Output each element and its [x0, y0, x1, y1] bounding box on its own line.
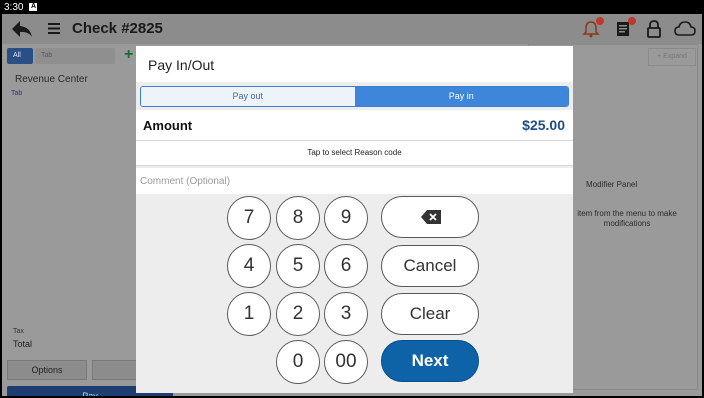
key-5[interactable]: 5: [276, 244, 320, 288]
amount-label: Amount: [143, 118, 193, 133]
comment-row: [136, 168, 573, 194]
expand-label: Expand: [663, 53, 687, 60]
pay-in-out-dialog: Pay In/Out Pay out Pay in Amount $25.00 …: [136, 46, 573, 393]
modifier-panel-title: Modifier Panel: [586, 180, 638, 189]
notification-dot: [596, 17, 604, 25]
lock-icon: [647, 20, 661, 38]
key-3[interactable]: 3: [324, 292, 368, 336]
add-icon[interactable]: +: [124, 46, 133, 64]
notifications-button[interactable]: [582, 17, 604, 38]
backspace-icon: [421, 210, 441, 224]
key-2[interactable]: 2: [276, 292, 320, 336]
modifier-panel-hint: item from the menu to make modifications: [577, 209, 677, 228]
key-4[interactable]: 4: [227, 244, 271, 288]
cloud-sync-button[interactable]: [674, 20, 696, 38]
cancel-button[interactable]: Cancel: [381, 245, 479, 287]
revenue-center-label: Revenue Center: [15, 74, 88, 85]
key-8[interactable]: 8: [276, 196, 320, 240]
key-00[interactable]: 00: [324, 340, 368, 384]
next-button[interactable]: Next: [381, 340, 479, 382]
tax-label: Tax: [13, 328, 24, 335]
status-time: 3:30: [4, 1, 24, 13]
revenue-center-value: Tab: [11, 90, 23, 97]
options-button[interactable]: Options: [7, 360, 87, 380]
key-1[interactable]: 1: [227, 292, 271, 336]
amount-row: Amount $25.00: [136, 110, 573, 140]
expand-button[interactable]: + Expand: [648, 48, 696, 66]
status-bar: 3:30 A: [0, 0, 704, 14]
pay-type-toggle: Pay out Pay in: [140, 86, 569, 107]
total-label: Total: [13, 339, 33, 349]
notification-dot: [628, 17, 636, 25]
key-9[interactable]: 9: [324, 196, 368, 240]
comment-input[interactable]: [140, 172, 560, 190]
key-6[interactable]: 6: [324, 244, 368, 288]
app-window: Check #2825 All Tab + Revenue Center Tab…: [2, 14, 702, 396]
cloud-icon: [674, 21, 696, 36]
lock-button[interactable]: [645, 20, 663, 38]
clear-button[interactable]: Clear: [381, 293, 479, 335]
page-title: Check #2825: [72, 20, 163, 37]
dialog-title: Pay In/Out: [148, 57, 215, 73]
pay-out-segment[interactable]: Pay out: [141, 87, 355, 106]
pay-in-segment[interactable]: Pay in: [354, 87, 568, 106]
hamburger-menu-icon[interactable]: [48, 23, 60, 34]
back-arrow-icon[interactable]: [10, 19, 34, 39]
backspace-button[interactable]: [381, 196, 479, 238]
amount-value: $25.00: [522, 117, 565, 133]
tab-all[interactable]: All: [7, 48, 33, 64]
tab-tab[interactable]: Tab: [35, 48, 115, 64]
key-7[interactable]: 7: [227, 196, 271, 240]
dialog-header: Pay In/Out: [136, 46, 573, 82]
status-badge: A: [29, 3, 38, 11]
orders-button[interactable]: [614, 17, 636, 38]
key-0[interactable]: 0: [276, 340, 320, 384]
top-bar: Check #2825: [2, 14, 702, 44]
reason-code-button[interactable]: Tap to select Reason code: [136, 140, 573, 166]
